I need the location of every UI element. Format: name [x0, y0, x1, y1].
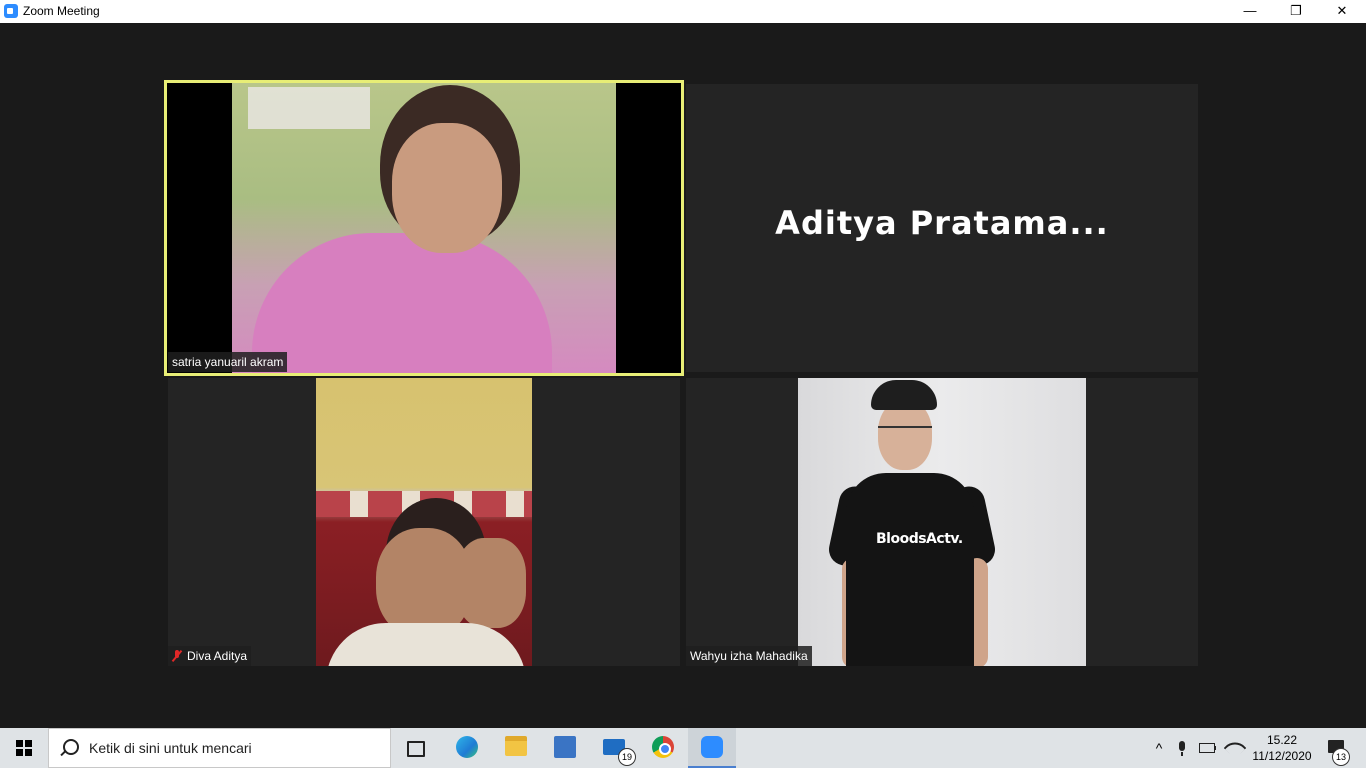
participant-tile[interactable]: Diva Aditya: [168, 378, 680, 666]
participant-body: [326, 623, 526, 666]
clock-time: 15.22: [1266, 733, 1298, 747]
participant-video: [232, 83, 616, 373]
task-view-icon: [407, 741, 425, 757]
taskbar-edge[interactable]: [443, 728, 491, 768]
mail-badge: 19: [618, 748, 636, 766]
windows-logo-icon: [16, 740, 32, 756]
background-poster: [248, 87, 370, 129]
zoom-icon: [701, 736, 723, 758]
participant-cap: [871, 380, 937, 410]
participant-hand: [456, 538, 526, 628]
microphone-icon[interactable]: [1172, 728, 1192, 768]
edge-icon: [456, 736, 478, 758]
close-button[interactable]: ✕: [1319, 0, 1365, 23]
task-view-button[interactable]: [392, 728, 440, 768]
participant-tile-active-speaker[interactable]: satria yanuaril akram: [164, 80, 684, 376]
participant-face: [392, 123, 502, 253]
participant-body: [252, 233, 552, 373]
app-icon: [554, 736, 576, 758]
restore-button[interactable]: ❐: [1273, 0, 1319, 23]
participant-tile[interactable]: BloodsActv. Wahyu izha Mahadika: [686, 378, 1198, 666]
taskbar-file-explorer[interactable]: [492, 728, 540, 768]
action-center-button[interactable]: 13: [1320, 728, 1360, 768]
clock-date: 11/12/2020: [1252, 749, 1312, 763]
window-title: Zoom Meeting: [23, 4, 100, 18]
taskbar-chrome[interactable]: [639, 728, 687, 768]
taskbar-zoom[interactable]: [688, 728, 736, 768]
mic-muted-icon: [172, 650, 182, 662]
notification-badge: 13: [1332, 748, 1350, 766]
zoom-app-icon: [4, 4, 18, 18]
shirt-print: BloodsActv.: [876, 531, 963, 547]
windows-taskbar: Ketik di sini untuk mencari 19 ^ 15.22 1…: [0, 728, 1366, 768]
show-hidden-icons-button[interactable]: ^: [1150, 728, 1168, 768]
taskbar-search-box[interactable]: Ketik di sini untuk mencari: [48, 728, 391, 768]
start-button[interactable]: [0, 728, 48, 768]
title-bar: Zoom Meeting — ❐ ✕: [0, 0, 1366, 23]
participant-tile-no-video[interactable]: Aditya Pratama...: [686, 84, 1198, 372]
wifi-icon[interactable]: [1222, 728, 1247, 768]
participant-body: [846, 473, 974, 666]
participant-name: Diva Aditya: [187, 649, 248, 663]
participant-glasses: [878, 426, 932, 438]
battery-icon[interactable]: [1196, 728, 1218, 768]
search-icon: [63, 739, 79, 755]
participant-video: [316, 378, 532, 666]
taskbar-mail[interactable]: 19: [590, 728, 638, 768]
chrome-center: [659, 743, 671, 755]
participant-name-label: Wahyu izha Mahadika: [686, 646, 812, 666]
participant-name-label: satria yanuaril akram: [168, 352, 288, 372]
minimize-button[interactable]: —: [1227, 0, 1273, 23]
meeting-gallery-view: satria yanuaril akram Aditya Pratama... …: [0, 23, 1366, 728]
search-placeholder: Ketik di sini untuk mencari: [89, 740, 252, 756]
taskbar-app[interactable]: [541, 728, 589, 768]
participant-name-label: Diva Aditya: [168, 646, 252, 666]
taskbar-clock[interactable]: 15.22 11/12/2020: [1250, 732, 1314, 764]
participant-display-name: Aditya Pratama...: [775, 204, 1109, 242]
file-explorer-icon: [505, 736, 527, 756]
participant-video: BloodsActv.: [798, 378, 1086, 666]
